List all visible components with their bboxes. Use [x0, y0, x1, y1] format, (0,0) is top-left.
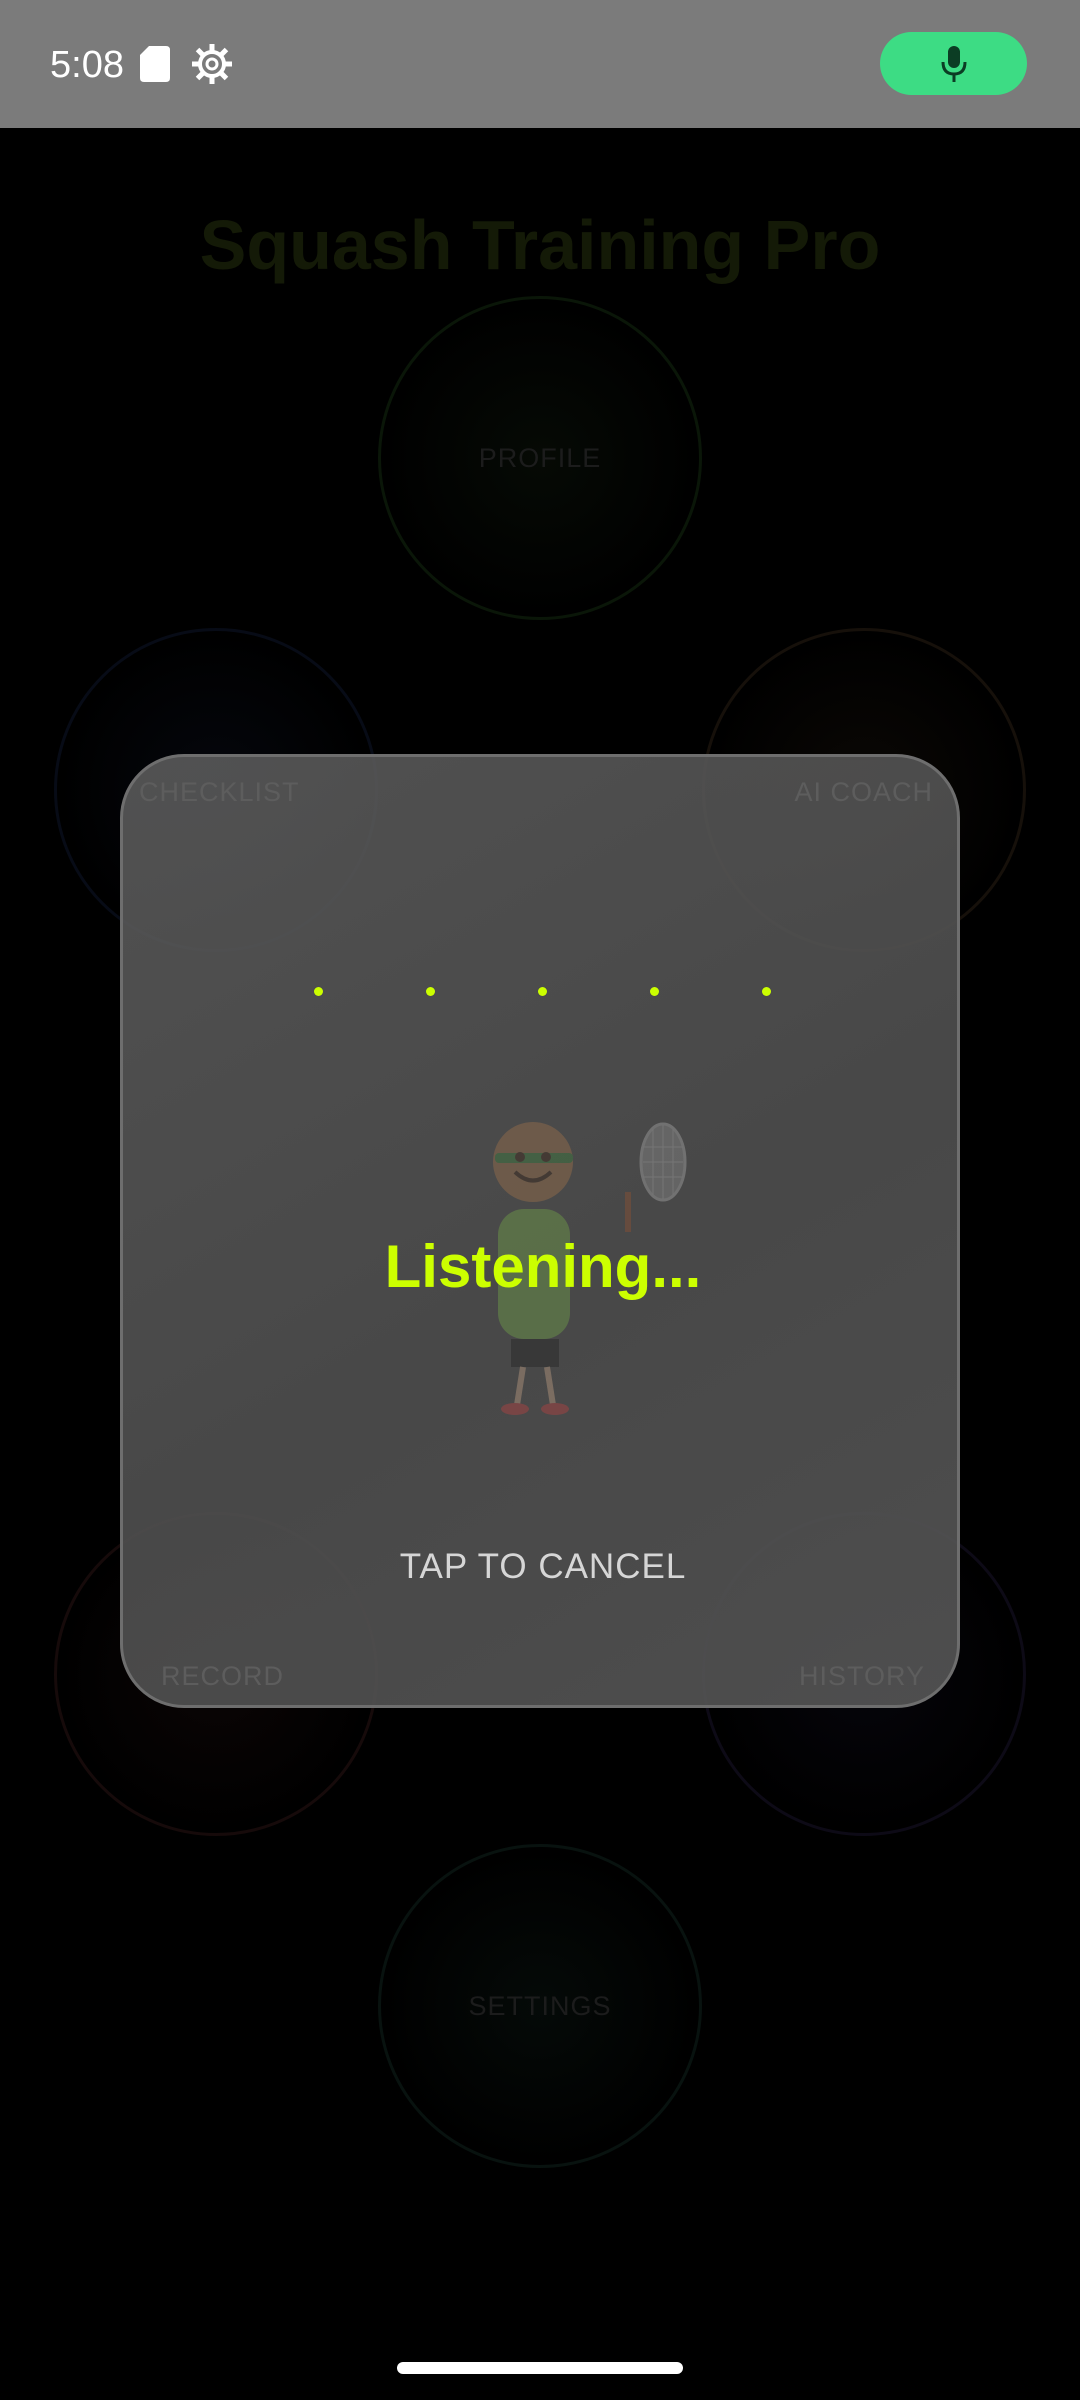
menu-settings-label: SETTINGS — [468, 1990, 612, 2021]
menu-settings-button[interactable]: SETTINGS — [378, 1844, 702, 2168]
audio-dot — [426, 987, 435, 996]
menu-ai-coach-label: AI COACH — [794, 777, 933, 807]
gesture-nav-handle[interactable] — [397, 2362, 683, 2374]
voice-listening-dialog: CHECKLIST AI COACH RECORD HISTORY Listen… — [120, 754, 960, 1708]
mic-indicator[interactable] — [880, 32, 1027, 95]
menu-profile-label: PROFILE — [478, 442, 602, 473]
sd-card-icon — [140, 46, 170, 82]
audio-dot — [650, 987, 659, 996]
audio-dot — [538, 987, 547, 996]
menu-history-label: HISTORY — [798, 1661, 925, 1691]
app-title: Squash Training Pro — [199, 206, 881, 284]
audio-level-dots — [123, 987, 957, 1001]
tap-to-cancel-button[interactable]: TAP TO CANCEL — [343, 1537, 743, 1597]
status-bar: 5:08 — [0, 0, 1080, 128]
audio-dot — [762, 987, 771, 996]
status-time: 5:08 — [50, 44, 124, 86]
microphone-icon — [941, 45, 966, 82]
audio-dot — [314, 987, 323, 996]
menu-record-label: RECORD — [161, 1661, 285, 1691]
menu-checklist-label: CHECKLIST — [139, 777, 300, 807]
gear-icon — [192, 44, 232, 84]
menu-profile-button[interactable]: PROFILE — [378, 296, 702, 620]
listening-status-text: Listening... — [384, 1233, 702, 1300]
